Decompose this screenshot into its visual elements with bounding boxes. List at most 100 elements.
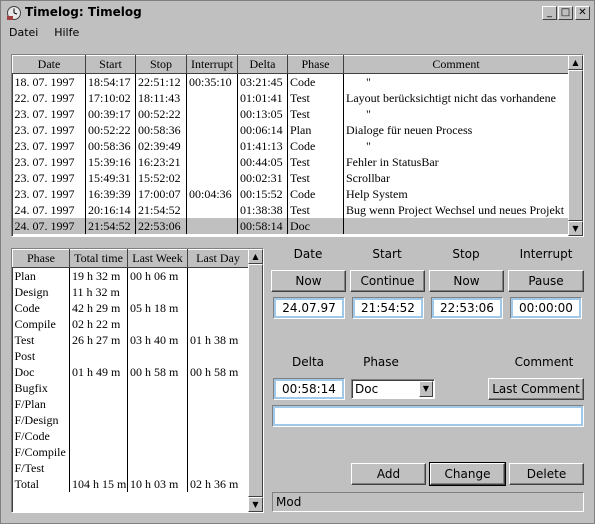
table-cell: 10 h 03 m <box>127 476 188 492</box>
scroll-thumb[interactable] <box>248 264 263 497</box>
window-title: Timelog: Timelog <box>25 5 142 19</box>
table-cell <box>187 460 249 476</box>
date-now-button[interactable]: Now <box>271 270 346 292</box>
stop-label: Stop <box>452 247 480 261</box>
table-row[interactable]: 24. 07. 1997 21:54:52 22:53:06 00:58:14 Doc <box>12 218 569 234</box>
table-cell: Test <box>287 170 344 186</box>
log-table: Date Start Stop Interrupt Delta Phase Comment … <box>12 55 569 234</box>
start-field[interactable]: 21:54:52 <box>352 297 424 319</box>
table-cell: Fehler in StatusBar <box>343 154 569 170</box>
table-row[interactable]: Design 11 h 32 m <box>12 284 249 300</box>
table-row[interactable]: 18. 07. 1997 18:54:17 22:51:12 00:35:10 03:2… <box>12 73 569 90</box>
phase-label: Phase <box>363 355 399 369</box>
table-row[interactable]: F/Code <box>12 428 249 444</box>
table-row[interactable]: 23. 07. 1997 00:52:22 00:58:36 00:06:14 Plan… <box>12 122 569 138</box>
scroll-thumb[interactable] <box>568 70 583 221</box>
phase-select-value: Doc <box>355 382 379 396</box>
table-row[interactable]: F/Plan <box>12 396 249 412</box>
menu-datei[interactable]: Datei <box>3 24 44 39</box>
chevron-down-icon[interactable]: ▼ <box>419 381 433 397</box>
table-cell: Test <box>287 106 344 122</box>
table-row[interactable]: Code 42 h 29 m 05 h 18 m <box>12 300 249 316</box>
table-cell: 00:58:36 <box>135 122 187 138</box>
summary-column-header[interactable]: Last Day <box>187 249 249 268</box>
table-row[interactable]: 23. 07. 1997 00:58:36 02:39:49 01:41:13 Code… <box>12 138 569 154</box>
table-cell: 02 h 22 m <box>69 316 128 332</box>
add-button[interactable]: Add <box>351 463 426 485</box>
summary-column-header[interactable]: Phase <box>12 249 70 268</box>
table-row[interactable]: 23. 07. 1997 00:39:17 00:52:22 00:13:05 Test… <box>12 106 569 122</box>
table-row[interactable]: F/Design <box>12 412 249 428</box>
log-column-header[interactable]: Comment <box>343 55 569 74</box>
table-cell <box>187 428 249 444</box>
table-row[interactable]: Post <box>12 348 249 364</box>
summary-column-header[interactable]: Total time <box>69 249 128 268</box>
pause-button[interactable]: Pause <box>508 270 584 292</box>
comment-field[interactable] <box>272 405 584 427</box>
table-row[interactable]: Compile 02 h 22 m <box>12 316 249 332</box>
summary-scrollbar[interactable]: ▲ ▼ <box>248 249 263 512</box>
table-row[interactable]: Bugfix <box>12 380 249 396</box>
log-column-header[interactable]: Date <box>12 55 86 74</box>
minimize-button[interactable]: _ <box>542 6 557 20</box>
table-row[interactable]: Test 26 h 27 m 03 h 40 m 01 h 38 m <box>12 332 249 348</box>
delete-button[interactable]: Delete <box>509 463 584 485</box>
log-column-header[interactable]: Phase <box>287 55 344 74</box>
table-cell <box>127 412 188 428</box>
stop-now-button[interactable]: Now <box>429 270 504 292</box>
scroll-up-arrow-icon[interactable]: ▲ <box>248 249 263 264</box>
scroll-down-arrow-icon[interactable]: ▼ <box>248 497 263 512</box>
table-cell: 00:52:22 <box>135 106 187 122</box>
stop-field[interactable]: 22:53:06 <box>431 297 503 319</box>
log-column-header[interactable]: Interrupt <box>186 55 238 74</box>
table-cell: 21:54:52 <box>85 218 136 234</box>
table-cell: Doc <box>12 364 70 380</box>
close-button[interactable]: ✕ <box>575 6 590 20</box>
table-cell <box>69 380 128 396</box>
table-row[interactable]: F/Test <box>12 460 249 476</box>
summary-column-header[interactable]: Last Week <box>127 249 188 268</box>
interrupt-field[interactable]: 00:00:00 <box>510 297 582 319</box>
table-cell: Scrollbar <box>343 170 569 186</box>
table-row[interactable]: F/Compile <box>12 444 249 460</box>
table-cell: F/Design <box>12 412 70 428</box>
title-bar[interactable]: Timelog: Timelog _ □ ✕ <box>3 3 592 23</box>
table-cell: 03 h 40 m <box>127 332 188 348</box>
date-field[interactable]: 24.07.97 <box>273 297 345 319</box>
app-icon <box>7 6 21 20</box>
table-cell: Plan <box>12 267 70 284</box>
log-column-header[interactable]: Start <box>85 55 136 74</box>
table-row[interactable]: Total 104 h 15 m 10 h 03 m 02 h 36 m <box>12 476 249 492</box>
table-cell <box>186 138 238 154</box>
summary-table: Phase Total time Last Week Last Day Plan 19 … <box>12 249 249 492</box>
table-cell: 15:52:02 <box>135 170 187 186</box>
scroll-up-arrow-icon[interactable]: ▲ <box>568 55 583 70</box>
status-bar: Mod <box>272 492 584 512</box>
table-cell <box>186 154 238 170</box>
last-comment-button[interactable]: Last Comment <box>488 378 584 400</box>
table-row[interactable]: 22. 07. 1997 17:10:02 18:11:43 01:01:41 Test… <box>12 90 569 106</box>
delta-label: Delta <box>291 355 324 369</box>
table-row[interactable]: 23. 07. 1997 15:49:31 15:52:02 00:02:31 Test… <box>12 170 569 186</box>
phase-select[interactable]: Doc ▼ <box>351 379 435 399</box>
delta-field[interactable]: 00:58:14 <box>273 378 345 400</box>
table-cell <box>187 316 249 332</box>
table-row[interactable]: 23. 07. 1997 15:39:16 16:23:21 00:44:05 Test… <box>12 154 569 170</box>
table-cell: 02:39:49 <box>135 138 187 154</box>
menu-hilfe[interactable]: Hilfe <box>48 24 85 39</box>
log-scrollbar[interactable]: ▲ ▼ <box>568 55 583 236</box>
table-row[interactable]: Plan 19 h 32 m 00 h 06 m <box>12 267 249 284</box>
log-column-header[interactable]: Delta <box>237 55 288 74</box>
change-button[interactable]: Change <box>429 462 506 486</box>
maximize-button[interactable]: □ <box>558 6 573 20</box>
table-row[interactable]: 24. 07. 1997 20:16:14 21:54:52 01:38:38 Test… <box>12 202 569 218</box>
scroll-down-arrow-icon[interactable]: ▼ <box>568 221 583 236</box>
start-continue-button[interactable]: Continue <box>350 270 425 292</box>
log-column-header[interactable]: Stop <box>135 55 187 74</box>
table-row[interactable]: Doc 01 h 49 m 00 h 58 m 00 h 58 m <box>12 364 249 380</box>
comment-label: Comment <box>514 355 574 369</box>
table-cell: 03:21:45 <box>237 73 288 90</box>
table-cell: 23. 07. 1997 <box>12 106 86 122</box>
table-cell: 18. 07. 1997 <box>12 73 86 90</box>
table-row[interactable]: 23. 07. 1997 16:39:39 17:00:07 00:04:36 00:1… <box>12 186 569 202</box>
